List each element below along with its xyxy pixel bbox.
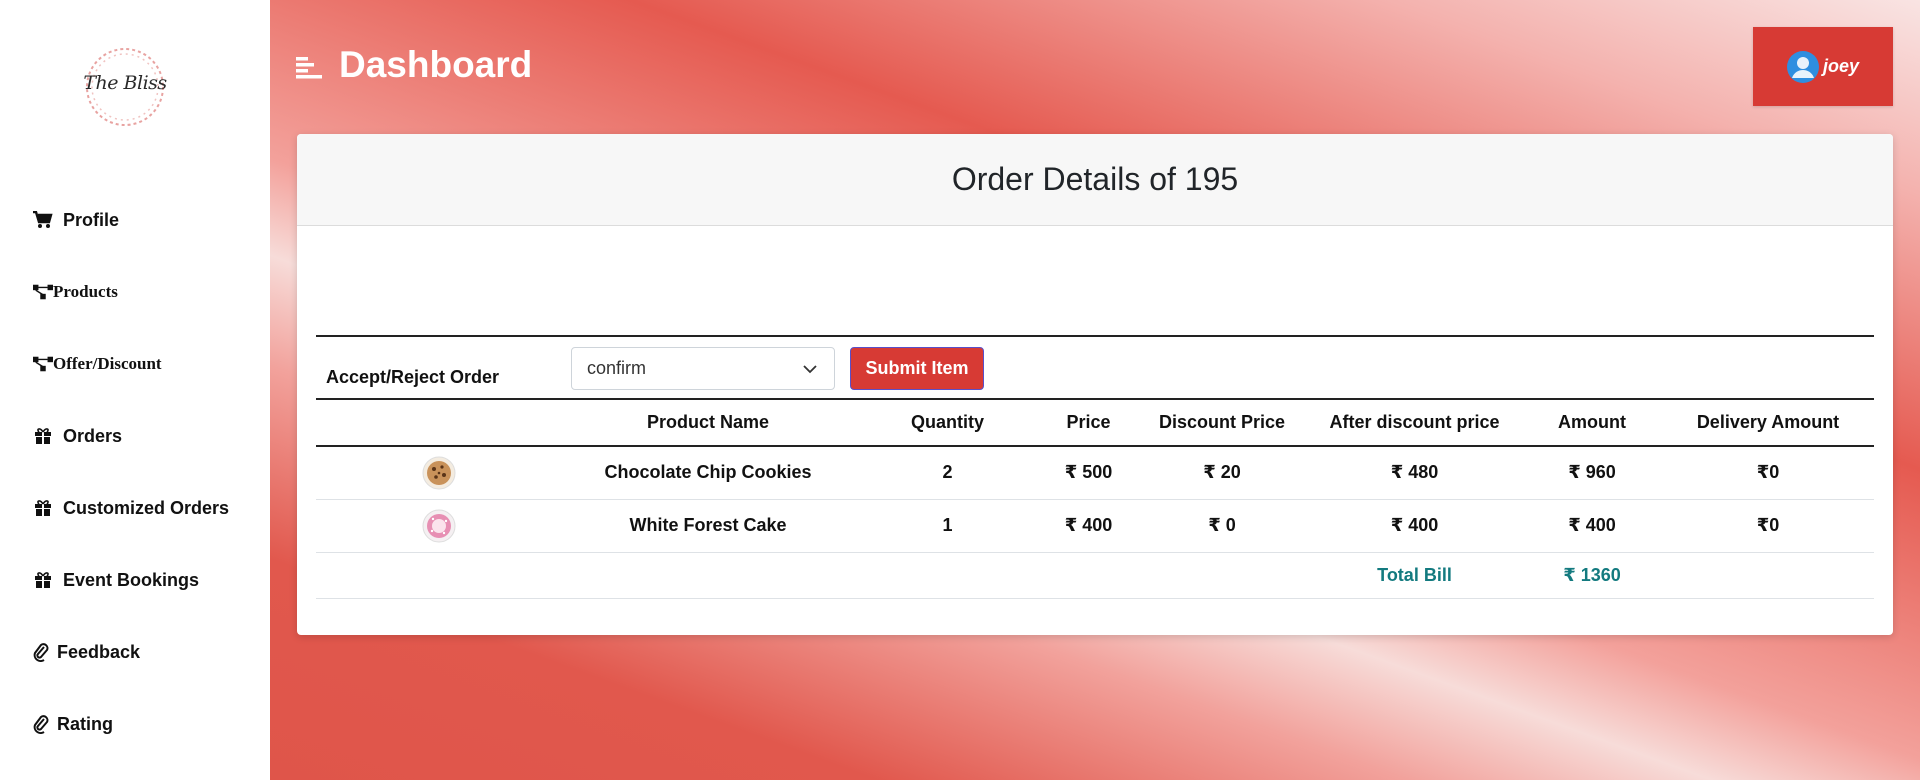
sidebar-item-label: Event Bookings [63, 569, 200, 590]
column-header-product-name: Product Name [561, 400, 855, 447]
total-bill-value: ₹ 1360 [1522, 552, 1662, 599]
column-header-delivery-amount: Delivery Amount [1662, 400, 1874, 447]
column-header-image [316, 400, 561, 447]
amount: ₹ 960 [1522, 446, 1662, 500]
paperclip-icon [33, 714, 49, 734]
sidebar-item-feedback[interactable]: Feedback [33, 637, 140, 667]
gift-icon [33, 498, 53, 518]
sidebar-item-offer-discount[interactable]: Offer/Discount [33, 349, 162, 379]
table-row: Chocolate Chip Cookies 2 ₹ 500 ₹ 20 ₹ 48… [316, 446, 1874, 500]
discount-price: ₹ 20 [1137, 446, 1307, 500]
product-name: Chocolate Chip Cookies [561, 446, 855, 500]
quantity: 1 [855, 499, 1040, 553]
total-row: Total Bill ₹ 1360 [316, 552, 1874, 599]
quantity: 2 [855, 446, 1040, 500]
submit-item-button[interactable]: Submit Item [850, 347, 984, 390]
table-header-row: Product Name Quantity Price Discount Pri… [316, 400, 1874, 447]
delivery-amount: ₹0 [1662, 446, 1874, 500]
user-name: joey [1822, 56, 1860, 76]
column-header-discount-price: Discount Price [1137, 400, 1307, 447]
sidebar-item-profile[interactable]: Profile [33, 205, 119, 235]
sidebar-item-rating[interactable]: Rating [33, 709, 113, 739]
cookies-image [422, 456, 455, 490]
cart-icon [33, 210, 53, 230]
logo-text: The Bliss [83, 72, 167, 94]
column-header-amount: Amount [1522, 400, 1662, 447]
order-items-table: Product Name Quantity Price Discount Pri… [316, 400, 1874, 599]
product-image-cell [316, 446, 561, 500]
gift-icon [33, 570, 53, 590]
user-menu-button[interactable]: joey [1753, 27, 1893, 106]
sidebar-item-label: Feedback [57, 641, 141, 662]
align-left-icon [296, 57, 322, 79]
sitemap-icon [33, 354, 53, 374]
amount: ₹ 400 [1522, 499, 1662, 553]
sidebar-item-event-bookings[interactable]: Event Bookings [33, 565, 199, 595]
gift-icon [33, 426, 53, 446]
price: ₹ 400 [1040, 499, 1137, 553]
card-title: Order Details of 195 [297, 134, 1893, 226]
chevron-down-icon [803, 365, 817, 374]
product-image-cell [316, 499, 561, 553]
paperclip-icon [33, 642, 49, 662]
user-avatar-icon [1786, 50, 1819, 83]
product-name: White Forest Cake [561, 499, 855, 553]
page-title: Dashboard [339, 44, 533, 85]
brand-logo[interactable]: The Bliss [78, 42, 172, 132]
sidebar-item-label: Offer/Discount [53, 354, 162, 373]
sidebar-item-label: Customized Orders [63, 497, 230, 518]
sidebar-item-products[interactable]: Products [33, 277, 118, 307]
order-action-row: Accept/Reject Order confirm Submit Item [316, 335, 1874, 400]
after-discount-price: ₹ 400 [1307, 499, 1522, 553]
cake-image [422, 509, 455, 542]
column-header-price: Price [1040, 400, 1137, 447]
table-row: White Forest Cake 1 ₹ 400 ₹ 0 ₹ 400 ₹ 40… [316, 499, 1874, 553]
delivery-amount: ₹0 [1662, 499, 1874, 553]
sidebar-item-label: Profile [63, 209, 120, 230]
menu-toggle-button[interactable] [296, 55, 322, 81]
sidebar-item-orders[interactable]: Orders [33, 421, 122, 451]
sitemap-icon [33, 282, 53, 302]
column-header-after-discount: After discount price [1307, 400, 1522, 447]
discount-price: ₹ 0 [1137, 499, 1307, 553]
accept-reject-label: Accept/Reject Order [326, 367, 500, 387]
sidebar: The Bliss Profile Products Offer/Discoun… [0, 0, 270, 780]
order-details-card: Order Details of 195 Accept/Reject Order… [297, 134, 1893, 635]
column-header-quantity: Quantity [855, 400, 1040, 447]
select-value: confirm [587, 358, 647, 378]
sidebar-item-label: Rating [57, 713, 113, 734]
sidebar-item-customized-orders[interactable]: Customized Orders [33, 493, 229, 523]
total-bill-label: Total Bill [1307, 552, 1522, 599]
price: ₹ 500 [1040, 446, 1137, 500]
sidebar-item-label: Products [53, 282, 118, 301]
order-status-select[interactable]: confirm [571, 347, 835, 390]
after-discount-price: ₹ 480 [1307, 446, 1522, 500]
sidebar-item-label: Orders [63, 425, 123, 446]
